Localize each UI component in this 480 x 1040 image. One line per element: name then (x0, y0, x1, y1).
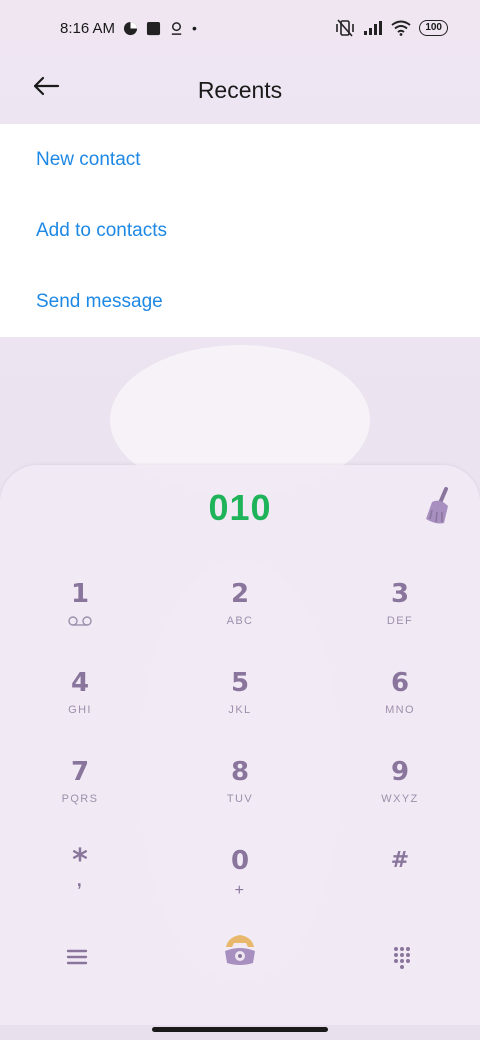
key-1[interactable]: 1 (0, 575, 160, 664)
comma-pause-icon: , (76, 870, 84, 890)
dialed-number: 010 (208, 487, 272, 528)
telephone-icon (225, 935, 255, 965)
back-button[interactable] (28, 68, 64, 104)
battery-indicator: 100 (419, 20, 448, 36)
key-letters: ABC (226, 615, 254, 627)
key-digit: 0 (230, 846, 250, 876)
key-letters: PQRS (61, 793, 99, 805)
location-pin-icon (171, 21, 182, 35)
key-digit: 1 (70, 579, 90, 609)
key-8[interactable]: 8 TUV (160, 753, 320, 842)
dialpad-actions (0, 925, 480, 985)
key-0[interactable]: 0 + (160, 842, 320, 931)
send-message-option[interactable]: Send message (0, 266, 480, 337)
signal-strength-icon (364, 21, 383, 35)
key-letters: GHI (68, 704, 92, 716)
dialpad-grid-icon (394, 947, 410, 969)
dialpad-panel: 010 1 2 ABC 3 DEF 4 GHI 5 JKL 6 MNO 7 PQ… (0, 465, 480, 1025)
key-digit: 7 (70, 757, 90, 787)
hamburger-menu-icon (66, 949, 88, 965)
key-digit: 9 (390, 757, 410, 787)
key-7[interactable]: 7 PQRS (0, 753, 160, 842)
key-hash[interactable]: # (320, 842, 480, 931)
dialer-screen: 8:16 AM • 100 Recents New contact Add to… (0, 0, 480, 1040)
key-digit: 8 (230, 757, 250, 787)
key-letters: JKL (228, 704, 252, 716)
arrow-left-icon (33, 76, 60, 96)
key-digit: 2 (230, 579, 250, 609)
key-9[interactable]: 9 WXYZ (320, 753, 480, 842)
key-3[interactable]: 3 DEF (320, 575, 480, 664)
dialpad-toggle-button[interactable] (392, 945, 412, 969)
key-digit: 6 (390, 668, 410, 698)
key-letters: + (234, 882, 246, 899)
status-time: 8:16 AM (60, 19, 116, 37)
number-actions-menu: New contact Add to contacts Send message (0, 124, 480, 337)
new-contact-option[interactable]: New contact (0, 124, 480, 195)
app-header: Recents (0, 56, 480, 124)
keypad-grid: 1 2 ABC 3 DEF 4 GHI 5 JKL 6 MNO 7 PQRS 8… (0, 575, 480, 931)
key-5[interactable]: 5 JKL (160, 664, 320, 753)
hamburger-menu-button[interactable] (62, 945, 92, 969)
more-notifications-dot-icon: • (192, 20, 197, 36)
key-digit: 3 (390, 579, 410, 609)
key-letters: TUV (226, 793, 254, 805)
key-letters: WXYZ (381, 793, 419, 805)
call-button[interactable] (218, 925, 262, 969)
key-letters: DEF (386, 615, 414, 627)
vibrate-off-icon (336, 19, 355, 37)
clear-number-button[interactable] (416, 485, 460, 529)
key-4[interactable]: 4 GHI (0, 664, 160, 753)
home-indicator-bar[interactable] (152, 1027, 328, 1032)
notification-square-icon (146, 21, 161, 35)
broom-icon (426, 487, 448, 524)
key-star[interactable]: * , (0, 842, 160, 931)
key-letters: MNO (385, 704, 415, 716)
key-digit: 4 (70, 668, 90, 698)
key-digit: # (390, 848, 410, 873)
status-bar: 8:16 AM • 100 (0, 0, 480, 56)
key-digit: 5 (230, 668, 250, 698)
page-title: Recents (197, 76, 283, 103)
key-6[interactable]: 6 MNO (320, 664, 480, 753)
add-to-contacts-option[interactable]: Add to contacts (0, 195, 480, 266)
voicemail-icon (67, 615, 93, 629)
wifi-icon (391, 20, 411, 36)
data-saver-icon (123, 21, 138, 35)
key-2[interactable]: 2 ABC (160, 575, 320, 664)
